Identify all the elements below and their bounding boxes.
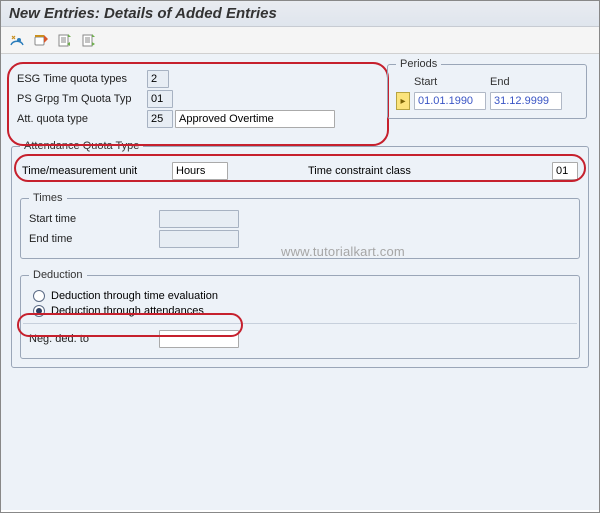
times-group: Times Start time End time	[20, 192, 580, 259]
delete-entry-icon[interactable]	[31, 31, 51, 49]
start-time-label: Start time	[29, 213, 159, 225]
periods-group: Periods Start End ▸ 01.01.1990 31.12.999…	[387, 58, 587, 119]
period-range-button[interactable]: ▸	[396, 92, 410, 110]
next-entry-icon[interactable]	[79, 31, 99, 49]
toggle-display-icon[interactable]	[7, 31, 27, 49]
radio-eval-icon	[33, 290, 45, 302]
content-area: ESG Time quota types 2 PS Grpg Tm Quota …	[1, 54, 599, 510]
end-time-input[interactable]	[159, 230, 239, 248]
periods-start-header: Start	[414, 76, 486, 88]
periods-end-header: End	[490, 76, 562, 88]
radio-eval-label: Deduction through time evaluation	[51, 290, 218, 302]
toolbar	[1, 27, 599, 54]
end-time-label: End time	[29, 233, 159, 245]
header-fields: ESG Time quota types 2 PS Grpg Tm Quota …	[11, 64, 381, 140]
deduction-group: Deduction Deduction through time evaluat…	[20, 269, 580, 359]
prev-entry-icon[interactable]	[55, 31, 75, 49]
attendance-quota-type-group: Attendance Quota Type Time/measurement u…	[11, 140, 589, 368]
deduction-legend: Deduction	[29, 269, 87, 281]
highlight-header	[7, 62, 389, 146]
period-start-input[interactable]: 01.01.1990	[414, 92, 486, 110]
times-legend: Times	[29, 192, 67, 204]
page-title: New Entries: Details of Added Entries	[1, 1, 599, 27]
start-time-input[interactable]	[159, 210, 239, 228]
period-end-input[interactable]: 31.12.9999	[490, 92, 562, 110]
highlight-deduction-option	[17, 313, 243, 337]
sap-window: New Entries: Details of Added Entries	[0, 0, 600, 513]
radio-deduction-eval[interactable]: Deduction through time evaluation	[33, 290, 571, 302]
periods-legend: Periods	[396, 58, 441, 70]
highlight-unit-row	[14, 154, 586, 182]
